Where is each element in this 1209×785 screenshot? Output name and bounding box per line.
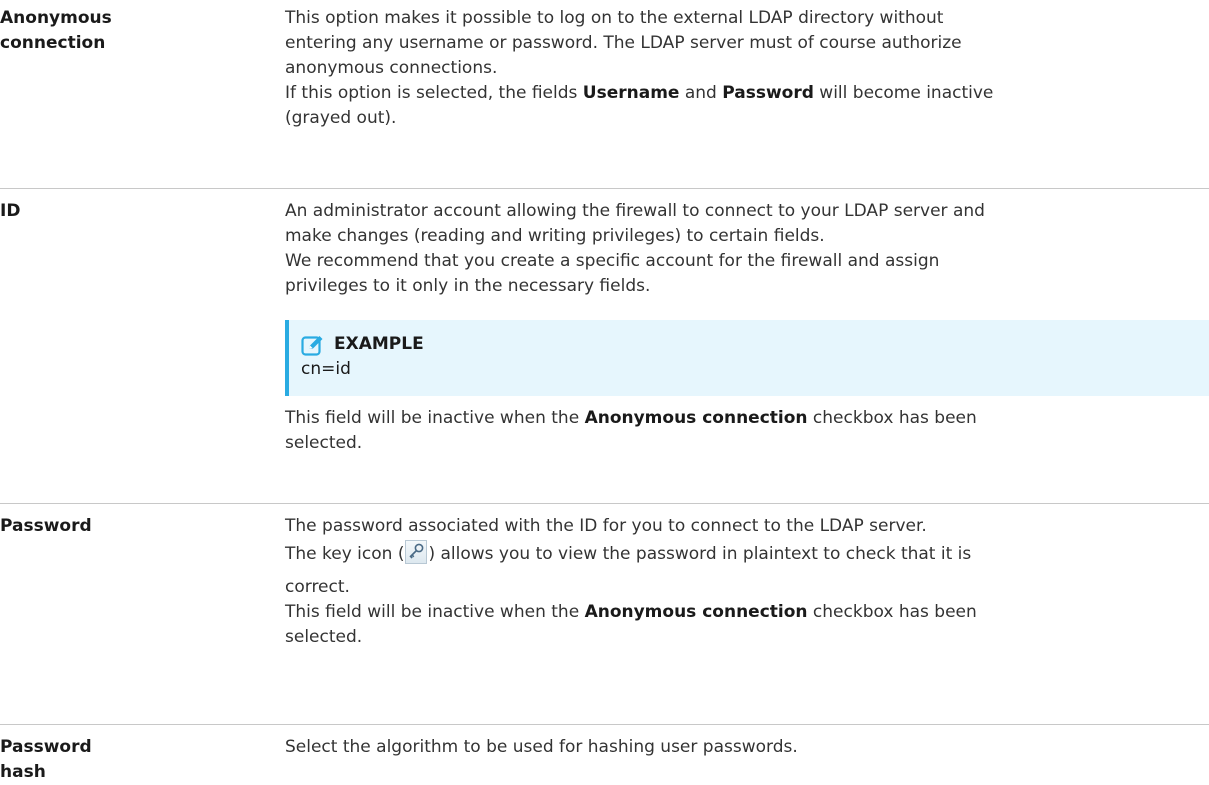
desc-line: This option makes it possible to log on … [285,8,944,28]
desc-line: selected. [285,627,363,647]
desc-line: correct. [285,577,350,597]
desc-text: checkbox has been [807,408,977,428]
definition-table: Anonymous connection This option makes i… [0,0,1209,782]
term-anonymous-connection: Anonymous connection [0,8,112,53]
table-row-anonymous-connection: Anonymous connection This option makes i… [0,0,1209,189]
example-note: EXAMPLE cn=id [285,320,1209,396]
desc-line: An administrator account allowing the fi… [285,201,985,221]
option-name-anonymous-connection: Anonymous connection [584,602,808,622]
table-row-id: ID An administrator account allowing the… [0,189,1209,504]
desc-text: The key icon ( [285,544,405,564]
note-code: cn=id [301,359,351,379]
desc-line: (grayed out). [285,108,397,128]
desc-line: The password associated with the ID for … [285,516,927,536]
desc-id: An administrator account allowing the fi… [285,189,1209,456]
term-id: ID [0,201,21,221]
table-row-password: Password The password associated with th… [0,504,1209,725]
desc-text: This field will be inactive when the [285,602,585,622]
key-icon [405,540,428,564]
term-password-hash: Password hash [0,737,92,782]
desc-line: entering any username or password. The L… [285,33,962,53]
term-password: Password [0,516,92,536]
desc-password-hash: Select the algorithm to be used for hash… [285,725,1185,760]
note-title-text: EXAMPLE [334,334,424,354]
desc-text: ) allows you to view the password in pla… [428,544,972,564]
desc-line: The key icon ( ) allows you to view the … [285,539,1185,569]
desc-text: This field will be inactive when the [285,408,585,428]
desc-anonymous-connection: This option makes it possible to log on … [285,0,1185,131]
desc-line: If this option is selected, the fields U… [285,81,1185,106]
desc-line: We recommend that you create a specific … [285,251,940,271]
desc-line: Select the algorithm to be used for hash… [285,737,798,757]
note-title: EXAMPLE [301,332,1209,357]
field-name-password: Password [722,83,814,103]
desc-line: make changes (reading and writing privil… [285,226,825,246]
desc-text: will become inactive [813,83,994,103]
desc-text: and [679,83,723,103]
desc-password: The password associated with the ID for … [285,504,1185,650]
option-name-anonymous-connection: Anonymous connection [584,408,808,428]
desc-line: This field will be inactive when the Ano… [285,406,1185,431]
desc-text: If this option is selected, the fields [285,83,583,103]
desc-line: privileges to it only in the necessary f… [285,276,651,296]
desc-line: selected. [285,433,363,453]
desc-text: checkbox has been [807,602,977,622]
field-name-username: Username [582,83,680,103]
edit-icon [301,334,325,356]
desc-line: This field will be inactive when the Ano… [285,600,1185,625]
table-row-password-hash: Password hash Select the algorithm to be… [0,725,1209,782]
desc-line: anonymous connections. [285,58,498,78]
